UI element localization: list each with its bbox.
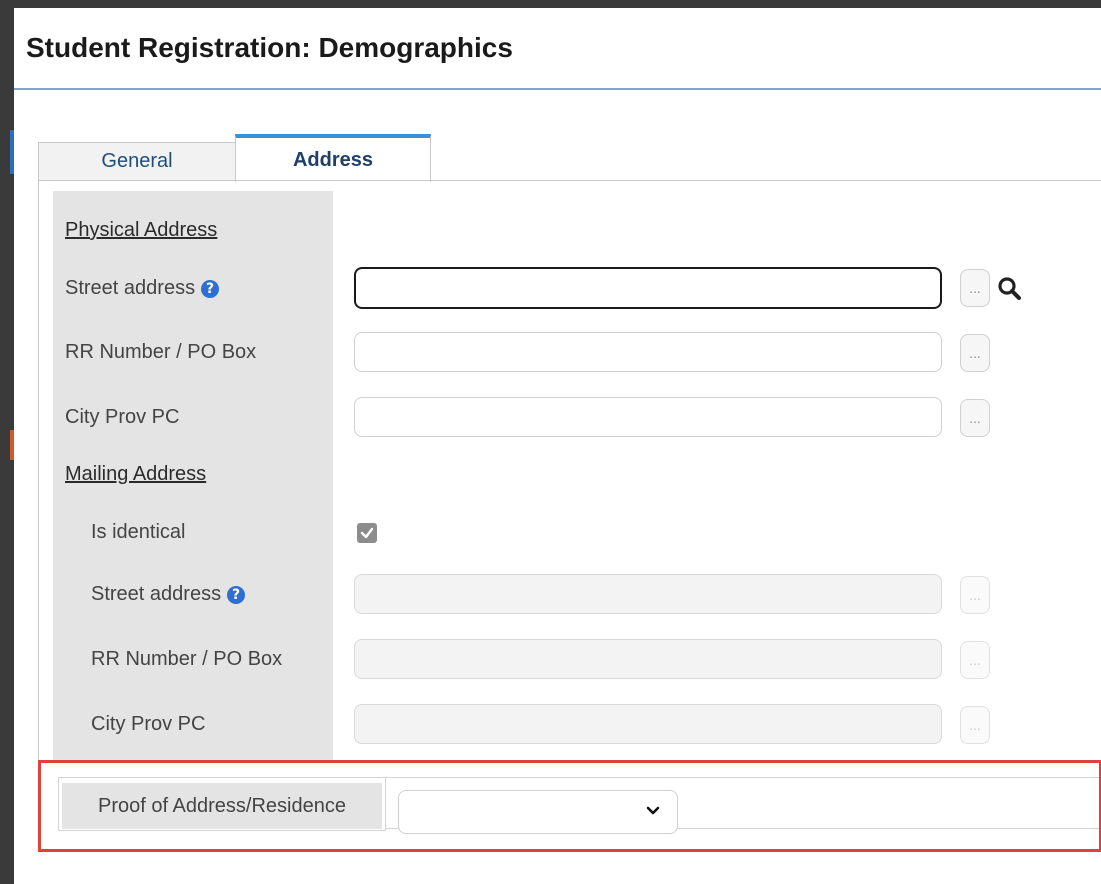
physical-address-heading: Physical Address	[65, 219, 218, 241]
physical-street-ellipsis-button[interactable]: ...	[960, 269, 990, 307]
help-icon[interactable]: ?	[227, 585, 246, 604]
physical-street-label: Street address ?	[65, 277, 220, 300]
title-bar: Student Registration: Demographics	[14, 8, 1101, 90]
identical-checkbox[interactable]	[357, 523, 377, 543]
identical-label: Is identical	[91, 521, 186, 543]
physical-street-label-text: Street address	[65, 277, 196, 299]
physical-rr-ellipsis-button[interactable]: ...	[960, 334, 990, 372]
window-frame-top	[0, 0, 1101, 8]
physical-city-label: City Prov PC	[65, 406, 180, 428]
mailing-rr-ellipsis-button[interactable]: ...	[960, 641, 990, 679]
mailing-address-heading: Mailing Address	[65, 463, 207, 485]
mailing-street-ellipsis-button[interactable]: ...	[960, 576, 990, 614]
physical-city-input[interactable]	[354, 397, 942, 437]
mailing-city-label: City Prov PC	[91, 713, 206, 735]
tab-general[interactable]: General	[38, 142, 236, 180]
page-title: Student Registration: Demographics	[26, 32, 513, 63]
physical-city-ellipsis-button[interactable]: ...	[960, 399, 990, 437]
highlight-box	[38, 760, 1101, 852]
physical-rr-input[interactable]	[354, 332, 942, 372]
check-icon	[360, 527, 374, 539]
help-icon[interactable]: ?	[201, 279, 220, 298]
mailing-city-ellipsis-button[interactable]: ...	[960, 706, 990, 744]
mailing-street-label-text: Street address	[91, 583, 222, 605]
mailing-rr-input[interactable]	[354, 639, 942, 679]
mailing-rr-label: RR Number / PO Box	[91, 648, 283, 670]
mailing-street-input[interactable]	[354, 574, 942, 614]
mailing-street-label: Street address ?	[91, 583, 246, 606]
mailing-city-input[interactable]	[354, 704, 942, 744]
physical-street-input[interactable]	[354, 267, 942, 309]
page: Student Registration: Demographics Gener…	[14, 8, 1101, 884]
tab-address[interactable]: Address	[235, 134, 431, 182]
physical-rr-label: RR Number / PO Box	[65, 341, 257, 363]
search-icon[interactable]	[997, 276, 1023, 302]
address-panel: Physical Address Street address ? ... RR…	[38, 180, 1101, 769]
